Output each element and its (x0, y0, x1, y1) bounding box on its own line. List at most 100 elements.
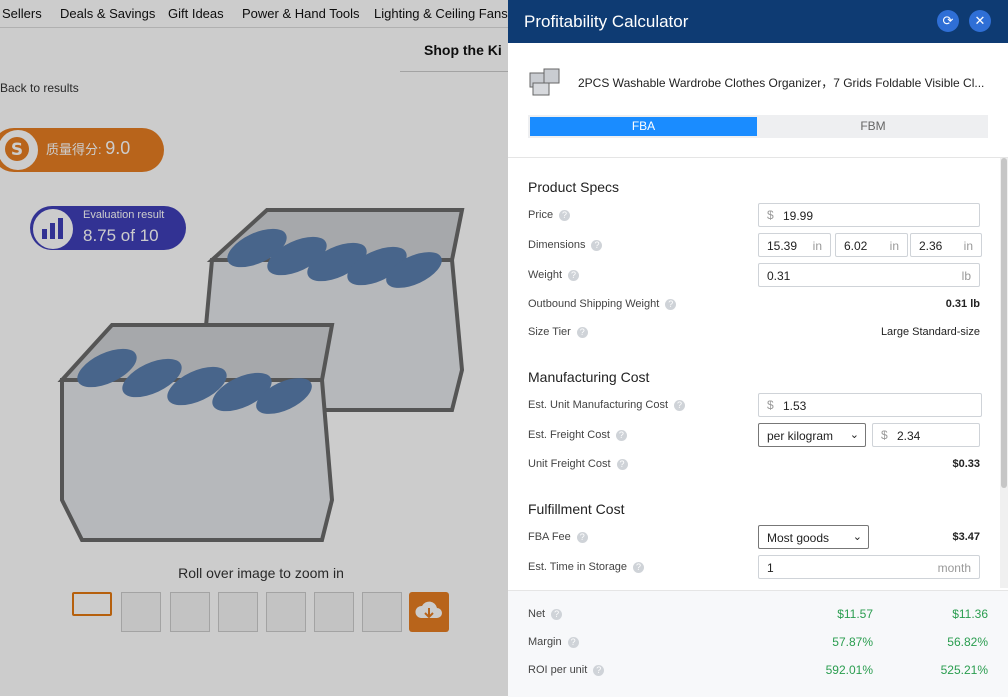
margin-label: Margin? (528, 636, 579, 648)
product-thumbnail (529, 68, 560, 96)
freight-cost-input[interactable]: $ 2.34 (872, 423, 980, 447)
chevron-down-icon: ⌄ (852, 531, 862, 543)
weight-value: 0.31 (767, 269, 791, 283)
help-icon[interactable]: ? (568, 269, 580, 281)
unit-freight-cost-value: $0.33 (952, 458, 980, 470)
size-tier-label: Size Tier? (528, 326, 588, 338)
help-icon[interactable]: ? (593, 664, 605, 676)
outbound-weight-value: 0.31 lb (945, 298, 980, 310)
fba-fee-label: FBA Fee? (528, 531, 588, 543)
help-icon[interactable]: ? (567, 636, 579, 648)
unit-suffix: in (889, 239, 899, 253)
help-icon[interactable]: ? (633, 561, 645, 573)
weight-label-text: Weight (528, 269, 563, 281)
panel-header: Profitability Calculator ⟳ ✕ (508, 0, 1008, 43)
margin-label-text: Margin (528, 636, 562, 648)
close-icon: ✕ (974, 13, 986, 28)
net-label: Net? (528, 608, 563, 620)
weight-label: Weight? (528, 269, 580, 281)
unit-manufacturing-cost-value: 1.53 (783, 399, 807, 413)
help-icon[interactable]: ? (576, 326, 588, 338)
help-icon[interactable]: ? (674, 399, 686, 411)
currency-prefix: $ (767, 208, 774, 222)
unit-manufacturing-cost-label: Est. Unit Manufacturing Cost? (528, 399, 686, 411)
size-tier-value: Large Standard-size (880, 326, 980, 338)
section-title-manufacturing: Manufacturing Cost (528, 369, 650, 385)
unit-freight-cost-label: Unit Freight Cost? (528, 458, 628, 470)
roi-label: ROI per unit? (528, 664, 605, 676)
freight-mode-select[interactable]: per kilogram ⌄ (758, 423, 866, 447)
storage-time-input[interactable]: 1 month (758, 555, 980, 579)
storage-time-label: Est. Time in Storage? (528, 561, 645, 573)
help-icon[interactable]: ? (591, 239, 603, 251)
size-tier-label-text: Size Tier (528, 326, 571, 338)
width-value: 6.02 (844, 239, 868, 253)
storage-time-label-text: Est. Time in Storage (528, 561, 628, 573)
currency-prefix: $ (881, 428, 888, 442)
outbound-weight-label-text: Outbound Shipping Weight (528, 298, 660, 310)
unit-manufacturing-cost-input[interactable]: $ 1.53 (758, 393, 982, 417)
product-page: Sellers Deals & Savings Gift Ideas Power… (0, 0, 508, 696)
section-title-fulfillment: Fulfillment Cost (528, 501, 625, 517)
unit-suffix: month (937, 561, 971, 575)
help-icon[interactable]: ? (576, 531, 588, 543)
fba-fee-value: $3.47 (952, 531, 980, 543)
roi-label-text: ROI per unit (528, 664, 588, 676)
dimensions-label-text: Dimensions (528, 239, 586, 251)
unit-suffix: lb (961, 269, 971, 283)
divider (508, 157, 1008, 158)
scrollbar-thumb[interactable] (1001, 158, 1007, 488)
roi-fbm-value: 525.21% (940, 663, 988, 677)
help-icon[interactable]: ? (615, 429, 627, 441)
unit-freight-cost-label-text: Unit Freight Cost (528, 458, 611, 470)
refresh-button[interactable]: ⟳ (937, 10, 959, 32)
chevron-down-icon: ⌄ (849, 429, 859, 441)
fba-fee-label-text: FBA Fee (528, 531, 571, 543)
length-input[interactable]: 15.39 in (758, 233, 831, 257)
price-input[interactable]: $ 19.99 (758, 203, 980, 227)
unit-suffix: in (812, 239, 822, 253)
dimensions-label: Dimensions? (528, 239, 603, 251)
tab-fbm[interactable]: FBM (758, 115, 988, 138)
height-input[interactable]: 2.36 in (910, 233, 982, 257)
price-label-text: Price (528, 209, 554, 221)
unit-suffix: in (963, 239, 973, 253)
price-label: Price? (528, 209, 571, 221)
storage-time-value: 1 (767, 561, 774, 575)
width-input[interactable]: 6.02 in (835, 233, 908, 257)
section-title-product-specs: Product Specs (528, 179, 620, 195)
profit-summary: Net? $11.57 $11.36 Margin? 57.87% 56.82%… (508, 590, 1008, 697)
profitability-calculator-panel: Profitability Calculator ⟳ ✕ 2PCS Washab… (508, 0, 1008, 697)
roi-fba-value: 592.01% (825, 663, 873, 677)
scrollbar[interactable] (1000, 158, 1008, 588)
fba-fee-select[interactable]: Most goods ⌄ (758, 525, 869, 549)
margin-fba-value: 57.87% (832, 635, 873, 649)
net-fba-value: $11.57 (837, 607, 873, 621)
modal-backdrop[interactable] (0, 0, 508, 696)
refresh-icon: ⟳ (942, 13, 954, 28)
unit-manufacturing-cost-label-text: Est. Unit Manufacturing Cost (528, 399, 669, 411)
freight-cost-value: 2.34 (897, 429, 921, 443)
close-button[interactable]: ✕ (969, 10, 991, 32)
help-icon[interactable]: ? (665, 298, 677, 310)
price-value: 19.99 (783, 209, 814, 223)
freight-mode-value: per kilogram (767, 429, 834, 443)
tab-fba[interactable]: FBA (530, 117, 757, 136)
fulfillment-tabs: FBA FBM (528, 115, 988, 138)
product-title: 2PCS Washable Wardrobe Clothes Organizer… (578, 76, 985, 90)
help-icon[interactable]: ? (616, 458, 628, 470)
freight-cost-label: Est. Freight Cost? (528, 429, 627, 441)
margin-fbm-value: 56.82% (947, 635, 988, 649)
length-value: 15.39 (767, 239, 798, 253)
panel-title: Profitability Calculator (524, 12, 689, 31)
currency-prefix: $ (767, 398, 774, 412)
weight-input[interactable]: 0.31 lb (758, 263, 980, 287)
freight-cost-label-text: Est. Freight Cost (528, 429, 610, 441)
height-value: 2.36 (919, 239, 943, 253)
fba-fee-mode: Most goods (767, 531, 830, 545)
help-icon[interactable]: ? (551, 608, 563, 620)
help-icon[interactable]: ? (559, 209, 571, 221)
net-fbm-value: $11.36 (952, 607, 988, 621)
net-label-text: Net (528, 608, 546, 620)
outbound-weight-label: Outbound Shipping Weight? (528, 298, 677, 310)
